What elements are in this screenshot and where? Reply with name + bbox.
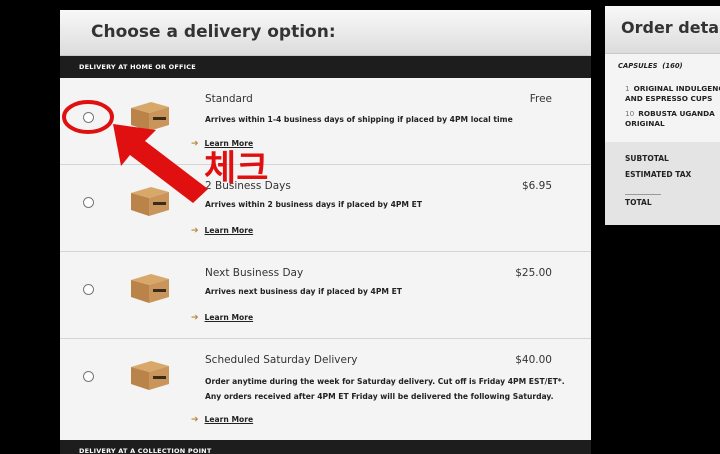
- arrow-right-icon: ➔: [191, 313, 199, 323]
- delivery-option-next-business-day[interactable]: Next Business Day $25.00 Arrives next bu…: [60, 252, 591, 339]
- total-label: TOTAL: [625, 198, 652, 207]
- subtotal-label: SUBTOTAL: [625, 154, 669, 163]
- option-price: $40.00: [515, 354, 552, 366]
- radio-2-business-days[interactable]: [83, 197, 94, 208]
- package-box-icon: [131, 102, 169, 131]
- option-description: Arrives within 1-4 business days of ship…: [205, 115, 513, 124]
- option-description-line-1: Order anytime during the week for Saturd…: [205, 377, 565, 386]
- arrow-right-icon: ➔: [191, 226, 199, 236]
- delivery-option-saturday[interactable]: Scheduled Saturday Delivery $40.00 Order…: [60, 339, 591, 441]
- package-box-icon: [131, 274, 169, 303]
- option-description: Arrives next business day if placed by 4…: [205, 287, 402, 296]
- delivery-option-standard[interactable]: Standard Free Arrives within 1-4 busines…: [60, 78, 591, 165]
- radio-saturday[interactable]: [83, 371, 94, 382]
- annotation-label: 체크: [204, 149, 269, 189]
- section-bar-home-office: DELIVERY AT HOME OR OFFICE: [60, 56, 591, 78]
- option-price: $25.00: [515, 267, 552, 279]
- order-item: 10 ROBUSTA UGANDA: [625, 109, 715, 118]
- order-title: Order details: [621, 18, 720, 37]
- order-header: Order details: [605, 6, 720, 54]
- arrow-right-icon: ➔: [191, 415, 199, 425]
- delivery-option-2-business-days[interactable]: 2 Business Days $6.95 Arrives within 2 b…: [60, 165, 591, 252]
- estimated-tax-label: ESTIMATED TAX: [625, 170, 692, 179]
- order-item-line-2: ORIGINAL: [625, 119, 665, 128]
- learn-more-link[interactable]: ➔ Learn More: [191, 415, 253, 425]
- option-description-line-2: Any orders received after 4PM ET Friday …: [205, 392, 554, 401]
- order-item-line-2: AND ESPRESSO CUPS: [625, 94, 713, 103]
- option-price: $6.95: [521, 180, 552, 192]
- learn-more-link[interactable]: ➔ Learn More: [191, 226, 253, 236]
- option-description: Arrives within 2 business days if placed…: [205, 200, 423, 209]
- option-price: Free: [529, 93, 552, 105]
- order-details-panel: Order details CAPSULES (160) 1ORIGINAL I…: [605, 6, 720, 225]
- radio-standard[interactable]: [83, 112, 94, 123]
- package-box-icon: [131, 187, 169, 216]
- package-box-icon: [131, 361, 169, 390]
- radio-next-business-day[interactable]: [83, 284, 94, 295]
- option-name: Scheduled Saturday Delivery: [205, 354, 358, 366]
- section-bar-collection-point: DELIVERY AT A COLLECTION POINT: [60, 440, 591, 454]
- option-name: Next Business Day: [205, 267, 304, 279]
- panel-header: Choose a delivery option:: [60, 10, 591, 56]
- learn-more-link[interactable]: ➔ Learn More: [191, 313, 253, 323]
- capsules-label: CAPSULES (160): [618, 62, 683, 70]
- learn-more-link[interactable]: ➔ Learn More: [191, 139, 253, 149]
- delivery-options-panel: Choose a delivery option: DELIVERY AT HO…: [60, 10, 591, 454]
- option-name: Standard: [205, 93, 253, 105]
- divider: [625, 194, 661, 195]
- arrow-right-icon: ➔: [191, 139, 199, 149]
- page-title: Choose a delivery option:: [91, 22, 336, 42]
- order-item: 1 ORIGINAL INDULGENCE: [625, 84, 720, 93]
